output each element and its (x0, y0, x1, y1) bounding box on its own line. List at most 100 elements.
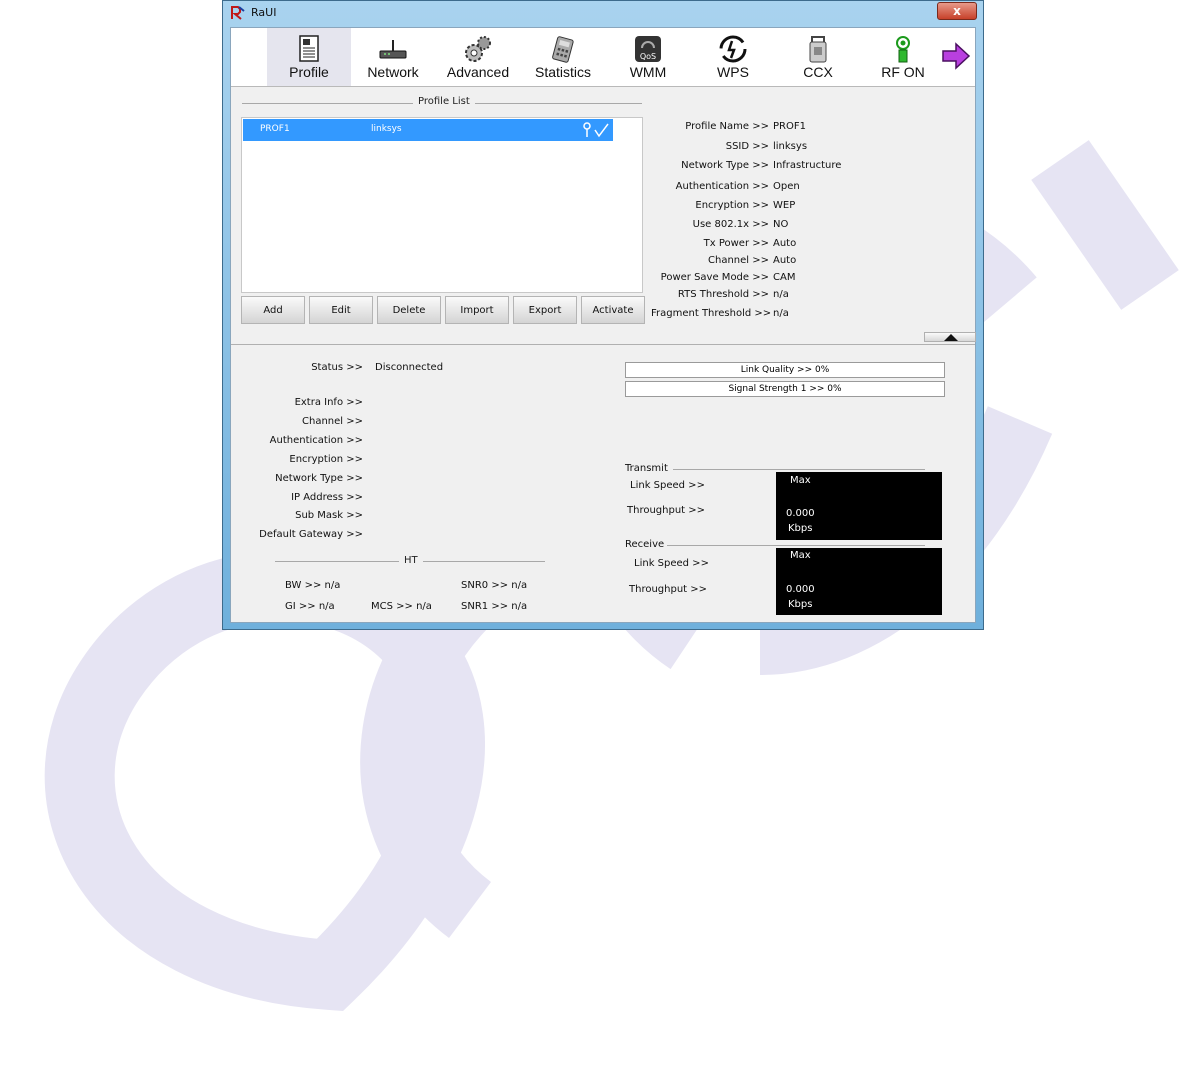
network-type-label: Network Type >> (275, 473, 363, 484)
profile-ssid: linksys (371, 124, 402, 134)
tab-advanced[interactable]: Advanced (436, 28, 520, 86)
ht-snr0: SNR0 >> n/a (461, 580, 528, 591)
ip-address-label: IP Address >> (291, 492, 363, 503)
rf-on-icon (896, 36, 910, 63)
tab-advanced-label: Advanced (446, 64, 510, 80)
client-area: Profile Network Advanced Statistics QoS … (230, 27, 976, 623)
ccx-icon (809, 36, 827, 63)
transmit-title: Transmit (625, 463, 668, 474)
receive-rule (667, 545, 925, 546)
profile-list-title: Profile List (413, 96, 475, 107)
next-arrow-icon[interactable] (940, 40, 972, 72)
ht-bw: BW >> n/a (285, 580, 341, 591)
authentication-label: Authentication >> (269, 435, 363, 446)
receive-graph: Max 0.000 Kbps (776, 548, 942, 615)
raui-window: RaUI x Profile Network Advanced Statisti… (222, 0, 984, 630)
receive-max: Max (790, 550, 811, 561)
key-connected-icon (583, 122, 609, 138)
tab-wmm-label: WMM (629, 64, 667, 80)
import-button[interactable]: Import (445, 296, 509, 324)
status-value: Disconnected (375, 362, 444, 373)
detail-value: Open (773, 181, 800, 192)
collapse-up-icon (944, 334, 958, 341)
profile-list[interactable]: PROF1 linksys (241, 117, 643, 293)
profile-icon (299, 35, 319, 62)
tab-ccx[interactable]: CCX (776, 28, 860, 86)
detail-use-8021x: Use 802.1x >> NO (651, 219, 789, 230)
tab-rf-on-label: RF ON (881, 64, 925, 80)
detail-key: Power Save Mode >> (660, 272, 769, 283)
receive-throughput-label: Throughput >> (629, 584, 708, 595)
detail-key: Authentication >> (675, 181, 769, 192)
ht-gi: GI >> n/a (285, 601, 335, 612)
transmit-link-speed-label: Link Speed >> (630, 480, 705, 491)
transmit-max: Max (790, 475, 811, 486)
tab-rf-on[interactable]: RF ON (861, 28, 945, 86)
receive-value: 0.000 (786, 584, 815, 595)
detail-key: RTS Threshold >> (677, 289, 769, 300)
tab-statistics[interactable]: Statistics (521, 28, 605, 86)
extra-info-label: Extra Info >> (294, 397, 363, 408)
detail-fragment-threshold: Fragment Threshold >> n/a (651, 308, 789, 319)
profile-row-prof1[interactable]: PROF1 linksys (243, 119, 613, 141)
detail-tx-power: Tx Power >> Auto (651, 238, 797, 249)
transmit-graph: Max 0.000 Kbps (776, 472, 942, 540)
receive-title: Receive (625, 539, 665, 550)
profile-name: PROF1 (260, 124, 290, 134)
collapse-button[interactable] (924, 332, 976, 342)
tab-ccx-label: CCX (803, 64, 833, 80)
detail-value: PROF1 (773, 121, 806, 132)
detail-value: Auto (773, 238, 797, 249)
detail-key: Tx Power >> (703, 238, 769, 249)
delete-button[interactable]: Delete (377, 296, 441, 324)
detail-value: Auto (773, 255, 797, 266)
detail-key: Network Type >> (681, 160, 769, 171)
wmm-icon: QoS (635, 36, 661, 62)
channel-label: Channel >> (302, 416, 363, 427)
edit-button[interactable]: Edit (309, 296, 373, 324)
tab-network[interactable]: Network (351, 28, 435, 86)
encryption-label: Encryption >> (289, 454, 363, 465)
detail-key: Fragment Threshold >> (651, 308, 772, 319)
statistics-icon (552, 36, 574, 63)
transmit-value: 0.000 (786, 508, 815, 519)
close-icon: x (953, 4, 961, 18)
detail-rts-threshold: RTS Threshold >> n/a (651, 289, 789, 300)
detail-power-save-mode: Power Save Mode >> CAM (651, 272, 796, 283)
tab-profile[interactable]: Profile (267, 28, 351, 86)
svg-text:QoS: QoS (640, 52, 656, 61)
default-gateway-label: Default Gateway >> (259, 529, 363, 540)
detail-value: WEP (773, 200, 796, 211)
detail-channel: Channel >> Auto (651, 255, 796, 266)
sub-mask-label: Sub Mask >> (295, 510, 363, 521)
title-bar: RaUI x (223, 1, 983, 25)
tab-network-label: Network (367, 64, 419, 80)
detail-network-type: Network Type >> Infrastructure (651, 160, 841, 171)
link-quality-bar: Link Quality >> 0% (625, 362, 945, 378)
transmit-throughput-label: Throughput >> (627, 505, 706, 516)
transmit-rule (673, 469, 925, 470)
status-label: Status >> (311, 362, 363, 373)
detail-key: SSID >> (725, 141, 769, 152)
detail-value: NO (773, 219, 789, 230)
ht-title: HT (399, 555, 423, 566)
activate-button[interactable]: Activate (581, 296, 645, 324)
detail-value: n/a (773, 289, 789, 300)
detail-key: Channel >> (708, 255, 769, 266)
tab-wps-label: WPS (717, 64, 749, 80)
ralink-logo-icon (231, 6, 245, 20)
wps-icon (719, 35, 747, 63)
export-button[interactable]: Export (513, 296, 577, 324)
detail-value: linksys (773, 141, 808, 152)
close-button[interactable]: x (937, 2, 977, 20)
tab-wmm[interactable]: QoS WMM (606, 28, 690, 86)
ht-snr1: SNR1 >> n/a (461, 601, 528, 612)
transmit-unit: Kbps (788, 523, 813, 534)
detail-authentication: Authentication >> Open (651, 181, 800, 192)
add-button[interactable]: Add (241, 296, 305, 324)
detail-key: Encryption >> (695, 200, 769, 211)
detail-profile-name: Profile Name >> PROF1 (651, 121, 806, 132)
tab-profile-label: Profile (289, 64, 329, 80)
tab-wps[interactable]: WPS (691, 28, 775, 86)
detail-ssid: SSID >> linksys (651, 141, 807, 152)
